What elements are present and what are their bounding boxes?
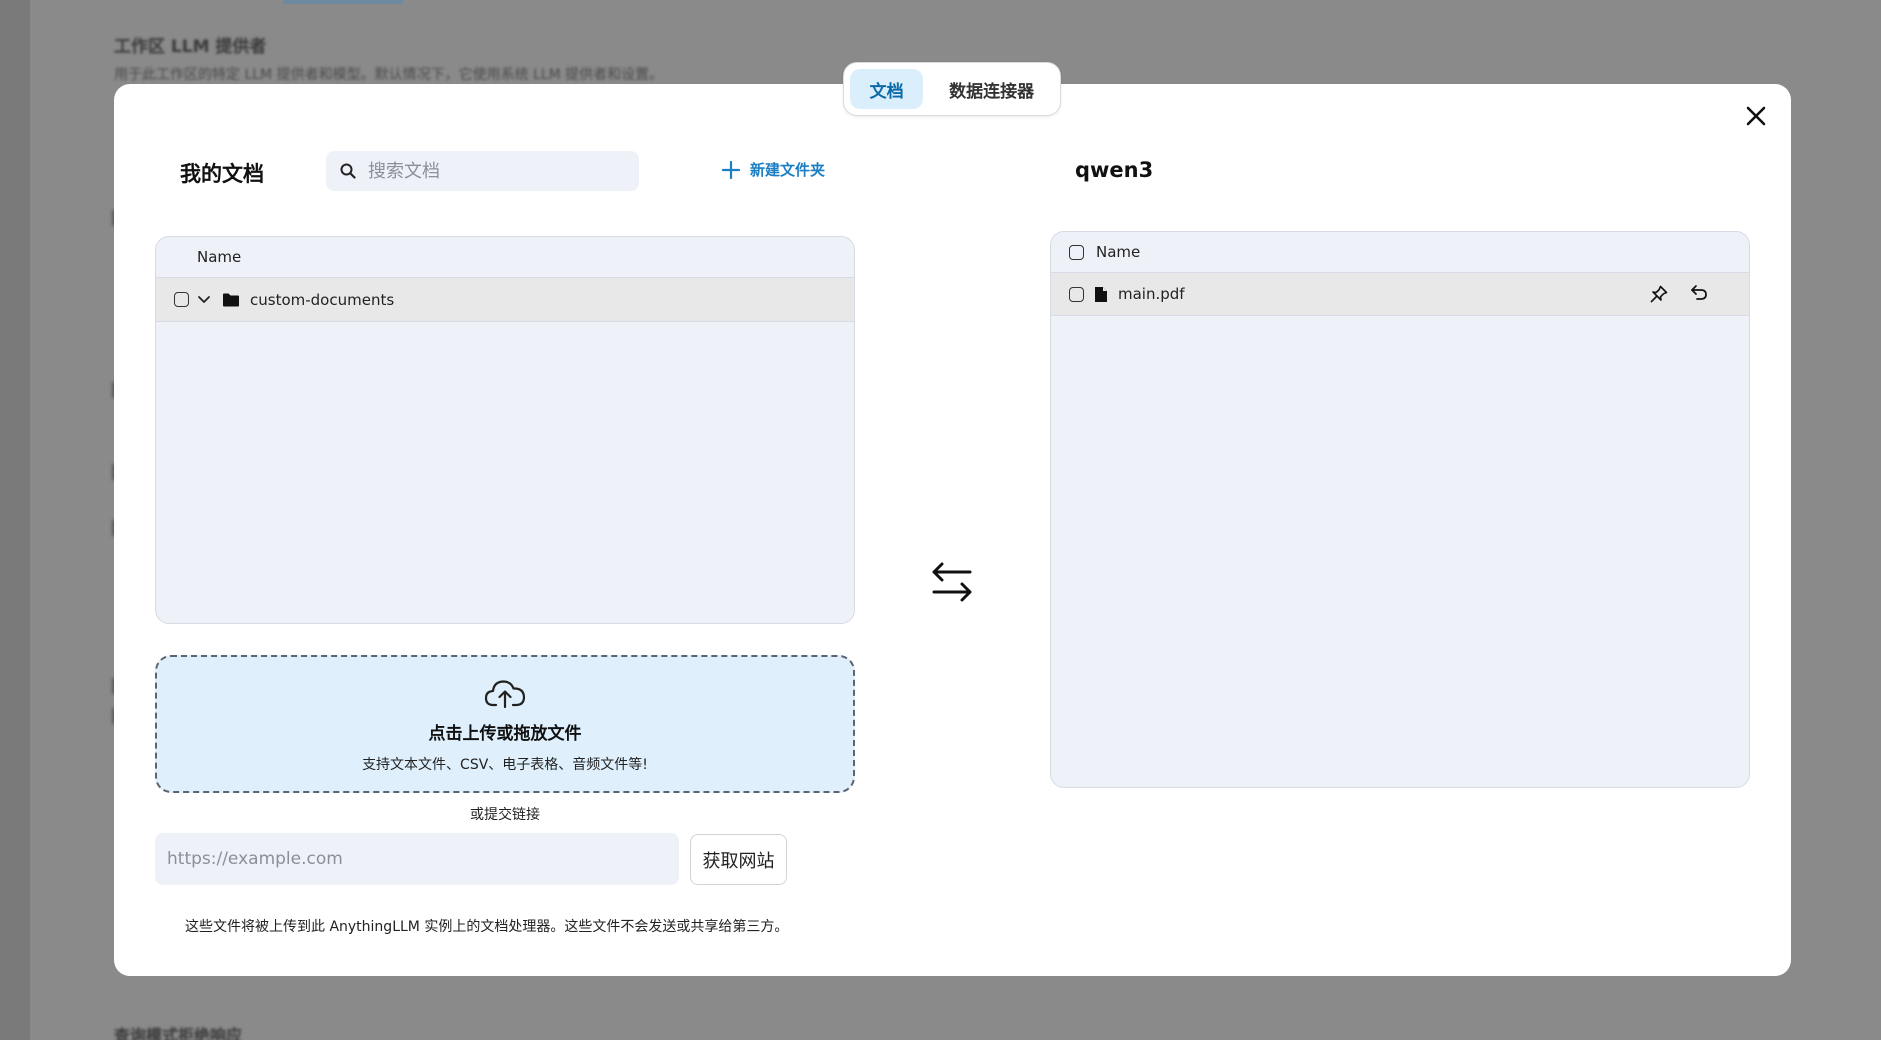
search-box: [326, 151, 639, 191]
file-icon: [1095, 286, 1107, 302]
table-row[interactable]: custom-documents: [156, 278, 854, 322]
new-folder-button[interactable]: 新建文件夹: [722, 159, 825, 180]
folder-icon: [223, 293, 239, 306]
column-header-name: Name: [1096, 243, 1141, 261]
background-bottom-heading: 查询模式拒绝响应: [114, 1026, 243, 1040]
folder-name: custom-documents: [250, 290, 395, 309]
search-input[interactable]: [368, 160, 628, 182]
background-subtext: 用于此工作区的特定 LLM 提供者和模型。默认情况下，它使用系统 LLM 提供者…: [114, 67, 664, 83]
column-header-name: Name: [197, 248, 242, 266]
file-name: main.pdf: [1118, 285, 1185, 303]
tab-documents[interactable]: 文档: [850, 69, 924, 109]
select-all-checkbox[interactable]: [1069, 244, 1084, 260]
column-header: Name: [156, 237, 854, 278]
my-documents-title: 我的文档: [180, 162, 264, 186]
undo-icon[interactable]: [1689, 283, 1709, 303]
fetch-website-button[interactable]: 获取网站: [690, 834, 787, 885]
table-row[interactable]: main.pdf: [1051, 273, 1749, 316]
row-checkbox[interactable]: [1069, 286, 1084, 302]
workspace-title: qwen3: [1075, 158, 1154, 182]
tab-data-connectors[interactable]: 数据连接器: [929, 69, 1054, 109]
search-icon: [340, 163, 356, 179]
background-tab-indicator: [283, 0, 403, 4]
close-button[interactable]: [1740, 100, 1772, 132]
background-heading: 工作区 LLM 提供者: [114, 37, 267, 57]
swap-arrows-icon[interactable]: [928, 558, 976, 606]
plus-icon: [722, 160, 740, 179]
new-folder-label: 新建文件夹: [750, 161, 826, 179]
row-checkbox[interactable]: [174, 292, 189, 307]
upload-title: 点击上传或拖放文件: [428, 724, 582, 744]
chevron-down-icon[interactable]: [196, 292, 212, 308]
pin-icon[interactable]: [1649, 284, 1669, 304]
upload-subtitle: 支持文本文件、CSV、电子表格、音频文件等!: [362, 757, 648, 773]
url-input[interactable]: [155, 833, 679, 885]
or-submit-link-label: 或提交链接: [470, 807, 540, 823]
workspace-documents-panel: Name main.pdf: [1050, 231, 1750, 788]
cloud-upload-icon: [484, 680, 526, 709]
disclaimer-text: 这些文件将被上传到此 AnythingLLM 实例上的文档处理器。这些文件不会发…: [185, 919, 789, 935]
column-header: Name: [1051, 232, 1749, 273]
my-documents-panel: Name custom-documents: [155, 236, 855, 624]
modal-tabs: 文档 数据连接器: [843, 62, 1061, 116]
upload-dropzone[interactable]: 点击上传或拖放文件 支持文本文件、CSV、电子表格、音频文件等!: [155, 655, 855, 793]
background-sidebar: [0, 0, 30, 1040]
close-icon: [1746, 106, 1766, 126]
